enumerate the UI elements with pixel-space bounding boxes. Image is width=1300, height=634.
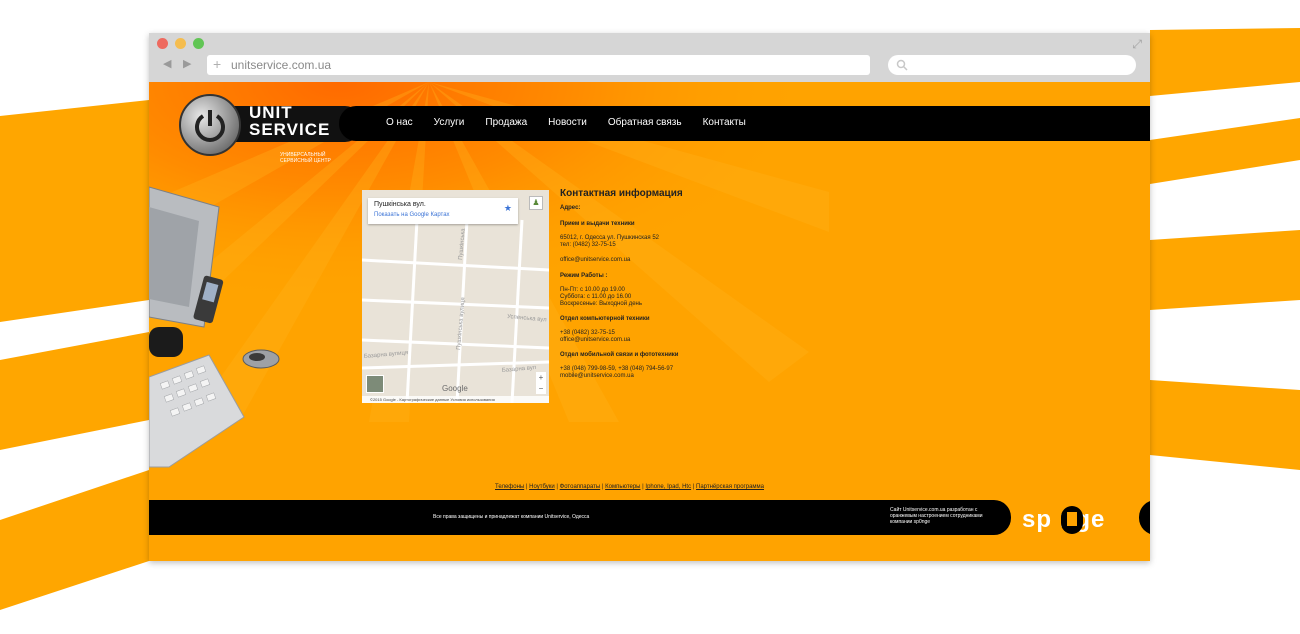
mobile-dept-label: Отдел мобильной связи и фототехники bbox=[560, 352, 679, 358]
browser-chrome: ◀ ▶ + unitservice.com.ua ⤢ bbox=[149, 33, 1150, 82]
browser-search-field[interactable] bbox=[888, 55, 1136, 75]
address-label: Адрес: bbox=[560, 205, 581, 211]
footer-link-laptops[interactable]: Ноутбуки bbox=[529, 484, 555, 490]
logo-text-unit: UNIT bbox=[249, 103, 293, 122]
close-window-dot[interactable] bbox=[157, 38, 168, 49]
mobile-dept-contacts: +38 (048) 799-98-59, +38 (048) 794-56-97… bbox=[560, 366, 674, 379]
logo-text-service: SERVICE bbox=[249, 120, 331, 139]
power-button-icon bbox=[179, 94, 241, 156]
site-footer: Все права защищены и принадлежат компани… bbox=[149, 500, 1011, 535]
back-arrow-icon[interactable]: ◀ bbox=[163, 57, 171, 70]
new-tab-plus-icon[interactable]: + bbox=[213, 56, 221, 72]
address-bar-url: unitservice.com.ua bbox=[231, 58, 332, 72]
computer-dept-label: Отдел компьютерной техники bbox=[560, 316, 650, 322]
footer-link-iphone-ipad-htc[interactable]: Iphone, Ipad, Htc bbox=[645, 484, 691, 490]
contact-title: Контактная информация bbox=[560, 188, 683, 199]
working-hours-label: Режим Работы : bbox=[560, 273, 608, 279]
google-map-embed[interactable]: Пушкінська Пушкінська вулиця Успенська в… bbox=[362, 190, 549, 403]
contact-info-block: Контактная информация Адрес: Прием и выд… bbox=[560, 188, 800, 380]
reception-label: Прием и выдачи техники bbox=[560, 221, 635, 227]
address-bar[interactable]: + unitservice.com.ua bbox=[207, 55, 870, 75]
sponge-logo[interactable]: sp nge bbox=[1022, 502, 1132, 536]
footer-link-computers[interactable]: Компьютеры bbox=[605, 484, 640, 490]
logo-tagline: УНИВЕРСАЛЬНЫЙ СЕРВИСНЫЙ ЦЕНТР bbox=[280, 152, 331, 164]
browser-window: ◀ ▶ + unitservice.com.ua ⤢ UNIT SERVICE … bbox=[149, 33, 1150, 561]
search-icon bbox=[896, 59, 908, 71]
nav-item-sales[interactable]: Продажа bbox=[485, 117, 527, 128]
footer-category-links: Телефоны | Ноутбуки | Фотоаппараты | Ком… bbox=[495, 484, 764, 490]
copyright-text: Все права защищены и принадлежат компани… bbox=[433, 514, 590, 520]
devices-illustration bbox=[149, 186, 280, 468]
maximize-window-dot[interactable] bbox=[193, 38, 204, 49]
minimize-window-dot[interactable] bbox=[175, 38, 186, 49]
nav-item-about[interactable]: О нас bbox=[386, 117, 413, 128]
forward-arrow-icon[interactable]: ▶ bbox=[183, 57, 191, 70]
footer-link-cameras[interactable]: Фотоаппараты bbox=[560, 484, 601, 490]
unit-service-logo[interactable]: UNIT SERVICE УНИВЕРСАЛЬНЫЙ СЕРВИСНЫЙ ЦЕН… bbox=[179, 92, 363, 164]
reception-email[interactable]: office@unitservice.com.ua bbox=[560, 257, 800, 264]
working-hours: Пн-Пт: с 10.00 до 19.00 Суббота: с 11.00… bbox=[560, 287, 642, 307]
nav-item-contacts[interactable]: Контакты bbox=[703, 117, 746, 128]
map-attribution: ©2015 Google - Картографические данные У… bbox=[362, 396, 549, 403]
map-show-on-google-link[interactable]: Показать на Google Картах bbox=[374, 212, 450, 218]
map-place-card: Пушкінська вул. Показать на Google Карта… bbox=[368, 198, 518, 224]
street-view-icon[interactable]: ♟ bbox=[529, 196, 543, 210]
footer-link-phones[interactable]: Телефоны bbox=[495, 484, 524, 490]
zoom-out-button[interactable]: − bbox=[536, 383, 546, 394]
save-star-icon[interactable]: ★ bbox=[504, 203, 512, 214]
map-zoom-controls: + − bbox=[536, 372, 546, 394]
reception-address: 65012, г. Одесса ул. Пушкинская 52 тел: … bbox=[560, 235, 659, 248]
map-place-title: Пушкінська вул. bbox=[374, 201, 426, 208]
nav-item-feedback[interactable]: Обратная связь bbox=[608, 117, 682, 128]
nav-item-services[interactable]: Услуги bbox=[434, 117, 465, 128]
nav-item-news[interactable]: Новости bbox=[548, 117, 587, 128]
google-logo: Google bbox=[442, 384, 468, 393]
web-page: UNIT SERVICE УНИВЕРСАЛЬНЫЙ СЕРВИСНЫЙ ЦЕН… bbox=[149, 82, 1150, 561]
footer-link-partner-program[interactable]: Партнёрская программа bbox=[696, 484, 764, 490]
sponge-logo-mark-icon bbox=[1061, 506, 1083, 534]
fullscreen-icon[interactable]: ⤢ bbox=[1132, 37, 1142, 52]
computer-dept-contacts: +38 (0482) 32-75-15 office@unitservice.c… bbox=[560, 330, 631, 343]
main-navigation: О нас Услуги Продажа Новости Обратная св… bbox=[339, 106, 1150, 141]
map-satellite-toggle[interactable] bbox=[366, 375, 384, 393]
developer-credit[interactable]: Сайт Unitservice.com.ua разработан с ора… bbox=[890, 507, 1000, 525]
zoom-in-button[interactable]: + bbox=[536, 372, 546, 383]
